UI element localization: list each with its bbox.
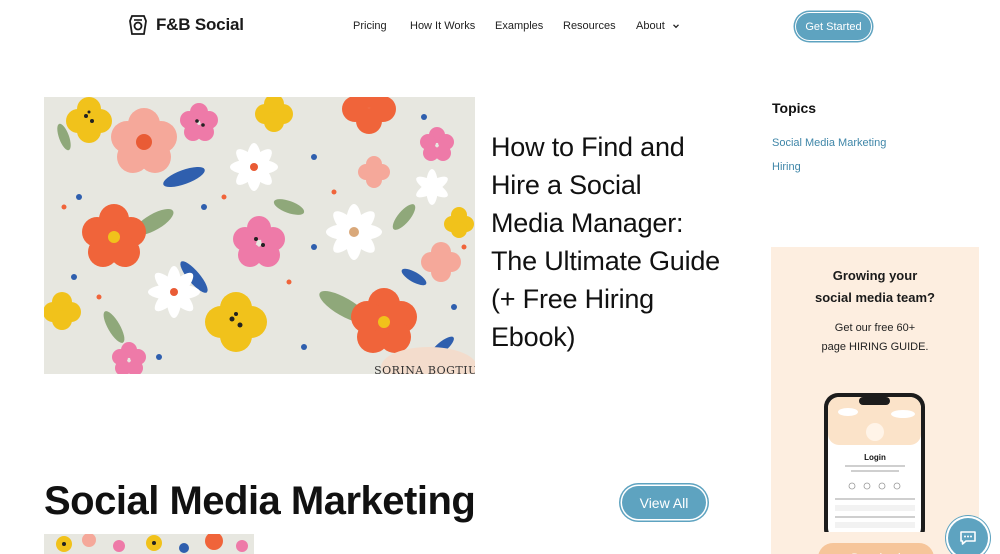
image-signature: SORINA BOGTIU [374, 364, 475, 374]
download-guide-button[interactable]: Download [818, 543, 934, 554]
phone-login-heading: Login [864, 453, 886, 462]
nav-pricing[interactable]: Pricing [353, 20, 410, 32]
promo-subtitle: Get our free 60+ page HIRING GUIDE. [771, 319, 979, 357]
nav-about-label: About [636, 20, 665, 32]
chat-widget-button[interactable] [948, 518, 988, 554]
floral-thumbnail [44, 534, 254, 554]
promo-sub-line2: page HIRING GUIDE. [821, 341, 929, 353]
site-header: F&B Social Pricing How It Works Examples… [0, 0, 1000, 56]
nav-how-it-works[interactable]: How It Works [410, 20, 495, 32]
topic-link-social-media-marketing[interactable]: Social Media Marketing [772, 137, 886, 149]
promo-sub-line1: Get our free 60+ [834, 322, 916, 334]
get-started-button[interactable]: Get Started [796, 13, 871, 40]
promo-title-line1: Growing your [832, 268, 918, 283]
logo-text: F&B Social [156, 15, 244, 34]
topics-heading: Topics [772, 100, 817, 116]
featured-post-title[interactable]: How to Find and Hire a Social Media Mana… [491, 128, 721, 356]
main-nav: Pricing How It Works Examples Resources … [353, 20, 680, 32]
nav-resources[interactable]: Resources [563, 20, 636, 32]
section-title: Social Media Marketing [44, 479, 476, 523]
chat-bubble-icon [960, 531, 976, 545]
post-card-image[interactable] [44, 534, 254, 554]
view-all-button[interactable]: View All [622, 486, 706, 519]
logo[interactable]: F&B Social [129, 15, 244, 35]
promo-title: Growing your social media team? [771, 265, 979, 309]
phone-mockup-image: Login [824, 393, 925, 532]
featured-post-image[interactable]: SORINA BOGTIU [44, 97, 475, 374]
fb-social-logo-icon [129, 15, 147, 35]
topic-link-hiring[interactable]: Hiring [772, 161, 801, 173]
nav-about[interactable]: About [636, 20, 680, 32]
chevron-down-icon [672, 24, 679, 29]
promo-title-line2: social media team? [815, 290, 935, 305]
nav-examples[interactable]: Examples [495, 20, 563, 32]
hiring-guide-promo: Growing your social media team? Get our … [771, 247, 979, 554]
floral-illustration: SORINA BOGTIU [44, 97, 475, 374]
